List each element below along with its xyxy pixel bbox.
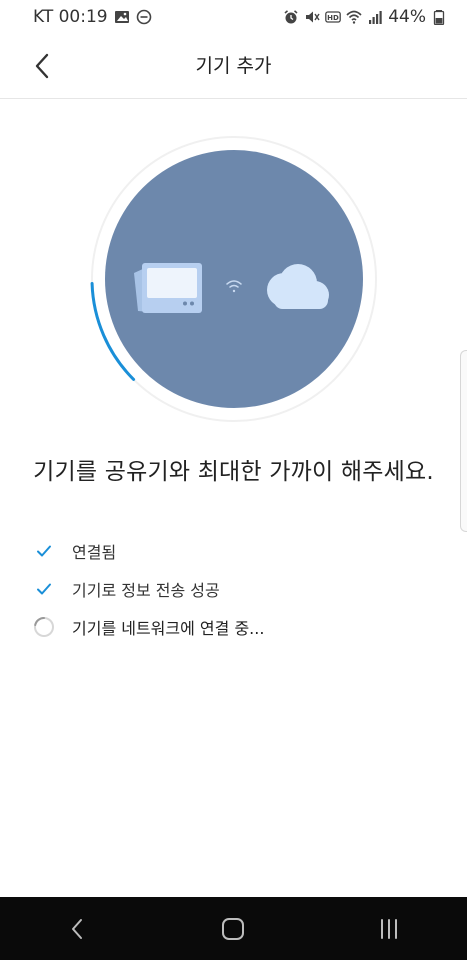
alarm-icon — [283, 9, 299, 25]
page-title: 기기 추가 — [195, 55, 272, 77]
nav-home-button[interactable] — [203, 904, 263, 954]
battery-percent: 44% — [388, 7, 426, 27]
step-item: 연결됨 — [30, 532, 430, 570]
status-bar: KT 00:19 HD 44% — [0, 0, 467, 34]
step-label: 기기를 네트워크에 연결 중... — [72, 619, 265, 638]
check-icon — [30, 575, 58, 603]
battery-icon — [431, 9, 447, 25]
nav-recents-icon — [381, 918, 398, 939]
instruction-message: 기기를 공유기와 최대한 가까이 해주세요. — [33, 459, 434, 485]
carrier-time: KT 00:19 — [33, 7, 108, 27]
connection-illustration — [90, 135, 378, 423]
status-left: KT 00:19 — [33, 7, 152, 27]
do-not-disturb-icon — [136, 9, 152, 25]
device-card-icon — [134, 263, 202, 313]
wifi-icon — [346, 9, 362, 25]
mute-icon — [304, 9, 320, 25]
check-icon — [30, 537, 58, 565]
nav-recents-button[interactable] — [359, 904, 419, 954]
status-right: HD 44% — [283, 7, 447, 27]
step-label: 연결됨 — [72, 543, 117, 562]
svg-text:HD: HD — [327, 14, 339, 22]
navigation-bar — [0, 897, 467, 960]
signal-icon — [367, 9, 383, 25]
edge-panel-handle[interactable] — [460, 350, 467, 532]
hd-icon: HD — [325, 9, 342, 25]
nav-back-icon — [71, 918, 82, 939]
nav-back-button[interactable] — [48, 904, 108, 954]
spinner-icon — [30, 613, 58, 641]
step-label: 기기로 정보 전송 성공 — [72, 581, 220, 600]
connection-steps: 연결됨 기기로 정보 전송 성공 기기를 네트워크에 연결 중... — [30, 532, 430, 646]
app-header: 기기 추가 — [0, 34, 467, 99]
nav-home-icon — [222, 917, 245, 940]
step-item: 기기로 정보 전송 성공 — [30, 570, 430, 608]
step-item: 기기를 네트워크에 연결 중... — [30, 608, 430, 646]
image-icon — [114, 9, 130, 25]
